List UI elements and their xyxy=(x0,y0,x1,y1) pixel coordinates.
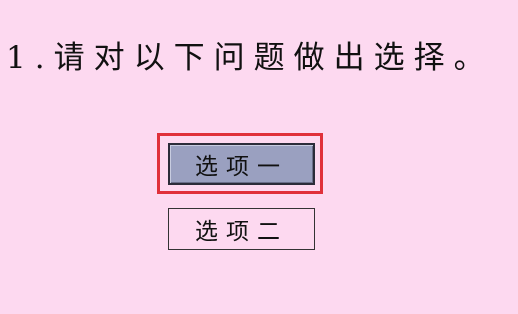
option-2-button[interactable]: 选项二 xyxy=(168,208,315,250)
option-1-button[interactable]: 选项一 xyxy=(168,143,315,185)
question-text: 1.请对以下问题做出选择。 xyxy=(6,40,494,76)
